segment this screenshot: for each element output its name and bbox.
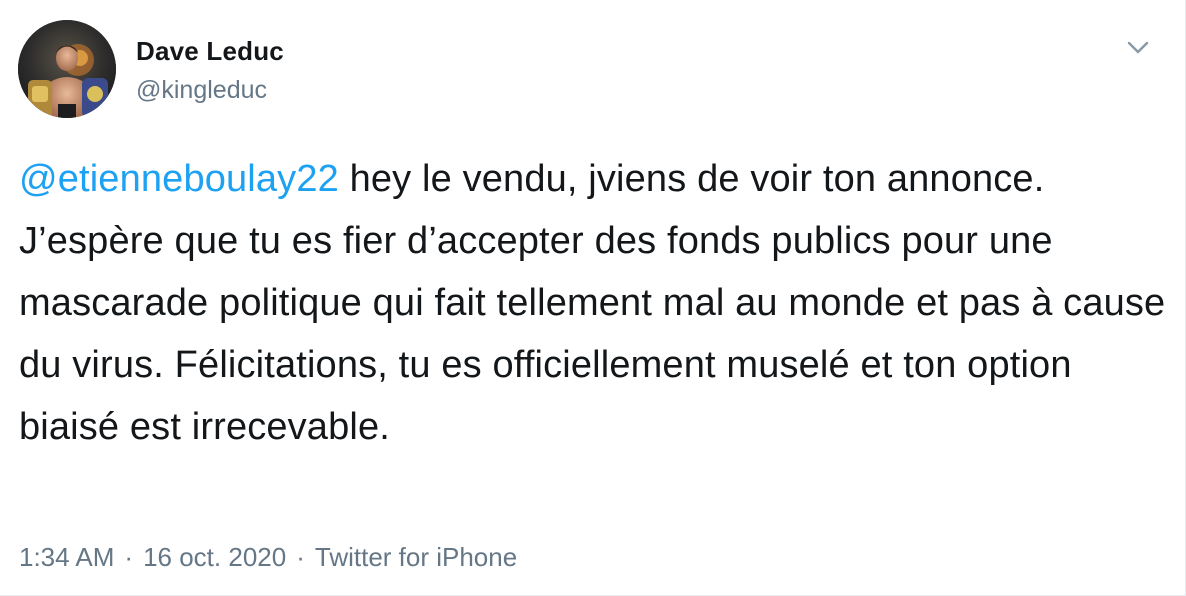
tweet-date[interactable]: 16 oct. 2020 bbox=[143, 542, 286, 572]
tweet-body: hey le vendu, jviens de voir ton annonce… bbox=[19, 158, 1166, 448]
mention-link[interactable]: @etienneboulay22 bbox=[19, 158, 339, 200]
meta-separator: · bbox=[296, 542, 305, 572]
tweet-text: @etienneboulay22 hey le vendu, jviens de… bbox=[19, 148, 1169, 458]
meta-separator: · bbox=[124, 542, 134, 572]
tweet-source[interactable]: Twitter for iPhone bbox=[315, 542, 517, 572]
tweet-card: Dave Leduc @kingleduc @etienneboulay22 h… bbox=[0, 0, 1186, 596]
author-display-name[interactable]: Dave Leduc bbox=[136, 36, 284, 66]
avatar[interactable] bbox=[18, 20, 116, 118]
chevron-down-icon[interactable] bbox=[1124, 36, 1152, 60]
avatar-image bbox=[18, 20, 116, 118]
author-block: Dave Leduc @kingleduc bbox=[136, 36, 284, 105]
tweet-metadata: 1:34 AM · 16 oct. 2020 · Twitter for iPhone bbox=[19, 540, 517, 574]
tweet-time[interactable]: 1:34 AM bbox=[19, 542, 114, 572]
author-handle[interactable]: @kingleduc bbox=[136, 75, 284, 105]
